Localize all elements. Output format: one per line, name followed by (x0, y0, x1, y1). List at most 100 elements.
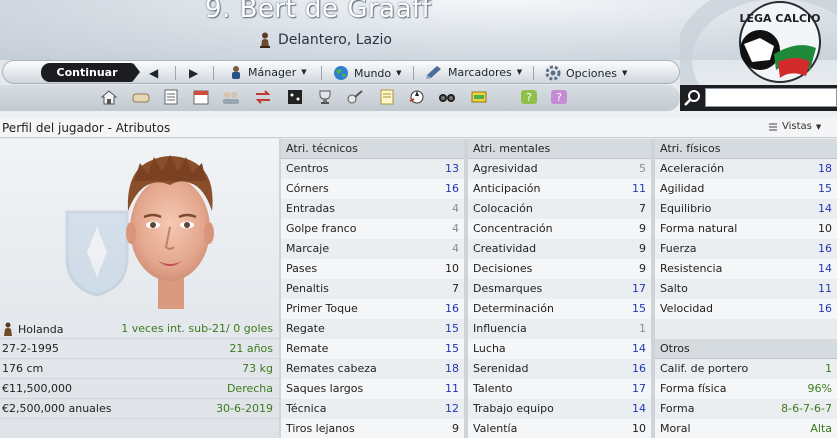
attribute-row[interactable]: Salto 11 (655, 279, 837, 299)
nav-menu-world[interactable]: Mundo ▼ (333, 65, 402, 81)
attribute-row[interactable]: Concentración 9 (468, 219, 651, 239)
attribute-name: Creatividad (473, 242, 537, 255)
attribute-row[interactable]: Primer Toque 16 (281, 299, 464, 319)
section-title: Perfil del jugador - Atributos (2, 121, 171, 135)
attribute-row[interactable]: Lucha 14 (468, 339, 651, 359)
tactics-icon[interactable] (286, 89, 304, 105)
forward-arrow-icon[interactable]: ▶ (189, 66, 198, 80)
attribute-name: Golpe franco (286, 222, 357, 235)
attribute-row[interactable]: Técnica 12 (281, 399, 464, 419)
notes-icon[interactable] (378, 89, 396, 105)
options-icon (545, 65, 561, 81)
attribute-name: Agilidad (660, 182, 705, 195)
search-icon[interactable] (684, 89, 702, 107)
attribute-row[interactable]: Penaltis 7 (281, 279, 464, 299)
international-caps[interactable]: 1 veces int. sub-21/ 0 goles (121, 322, 273, 335)
section-header: Perfil del jugador - Atributos Vistas ▼ (0, 118, 837, 138)
attribute-row[interactable]: Pases 10 (281, 259, 464, 279)
training-icon[interactable] (346, 89, 364, 105)
nav-divider (213, 66, 214, 80)
attribute-row[interactable]: Colocación 7 (468, 199, 651, 219)
attribute-row[interactable]: Remate 15 (281, 339, 464, 359)
staff-icon[interactable] (222, 89, 240, 105)
attribute-row[interactable]: Aceleración 18 (655, 159, 837, 179)
attribute-value: 10 (632, 422, 646, 435)
attribute-row[interactable]: Calif. de portero 1 (655, 359, 837, 379)
attribute-row[interactable]: Resistencia 14 (655, 259, 837, 279)
trophy-icon[interactable] (316, 89, 334, 105)
attribute-row[interactable]: Forma natural 10 (655, 219, 837, 239)
nationality-value: Holanda (18, 322, 64, 336)
back-arrow-icon[interactable]: ◀ (149, 66, 158, 80)
attribute-row[interactable]: Agilidad 15 (655, 179, 837, 199)
attribute-name: Lucha (473, 342, 506, 355)
attribute-name: Influencia (473, 322, 527, 335)
nav-menu-options[interactable]: Opciones ▼ (545, 65, 627, 81)
attribute-value: 9 (639, 262, 646, 275)
physical-rows: Aceleración 18 Agilidad 15 Equilibrio 14 Forma… (655, 159, 837, 319)
attribute-row[interactable]: Entradas 4 (281, 199, 464, 219)
attribute-row[interactable]: Golpe franco 4 (281, 219, 464, 239)
attribute-value: 14 (632, 342, 646, 355)
attribute-name: Talento (473, 382, 513, 395)
nav-menu-bookmarks[interactable]: Marcadores ▼ (425, 65, 522, 79)
attribute-row[interactable]: Decisiones 9 (468, 259, 651, 279)
attribute-name: Forma (660, 402, 695, 415)
scouting-icon[interactable] (408, 89, 426, 105)
attribute-row[interactable]: Determinación 15 (468, 299, 651, 319)
views-menu-button[interactable]: Vistas ▼ (768, 121, 821, 132)
attribute-row[interactable]: Marcaje 4 (281, 239, 464, 259)
inbox-icon[interactable] (132, 89, 150, 105)
search-input[interactable] (705, 88, 837, 107)
nav-menu-manager[interactable]: Mánager ▼ (229, 65, 307, 79)
attribute-row[interactable]: Desmarques 17 (468, 279, 651, 299)
attribute-name: Equilibrio (660, 202, 712, 215)
attribute-row[interactable]: Fuerza 16 (655, 239, 837, 259)
guide-icon[interactable]: ? (550, 89, 568, 105)
help-icon[interactable]: ? (520, 89, 538, 105)
attribute-value: 96% (807, 382, 832, 395)
contract-expiry: 30-6-2019 (216, 402, 273, 415)
attribute-value: 17 (632, 282, 646, 295)
attribute-row[interactable]: Talento 17 (468, 379, 651, 399)
attribute-row[interactable]: Remates cabeza 18 (281, 359, 464, 379)
attribute-row[interactable]: Forma física 96% (655, 379, 837, 399)
attribute-value: 11 (632, 182, 646, 195)
binoculars-icon[interactable] (438, 89, 456, 105)
attribute-row[interactable]: Influencia 1 (468, 319, 651, 339)
attribute-row[interactable]: Agresividad 5 (468, 159, 651, 179)
attribute-row[interactable]: Saques largos 11 (281, 379, 464, 399)
attribute-name: Colocación (473, 202, 533, 215)
squad-list-icon[interactable] (162, 89, 180, 105)
finances-icon[interactable] (470, 89, 488, 105)
attribute-row[interactable]: Equilibrio 14 (655, 199, 837, 219)
attribute-value: 12 (445, 402, 459, 415)
attribute-row[interactable]: Regate 15 (281, 319, 464, 339)
profile-row-nationality: Holanda 1 veces int. sub-21/ 0 goles (0, 319, 279, 339)
attribute-row[interactable]: Moral Alta (655, 419, 837, 438)
attribute-value: 15 (445, 342, 459, 355)
attribute-row[interactable]: Serenidad 16 (468, 359, 651, 379)
home-icon[interactable] (100, 89, 118, 105)
attribute-value: 18 (445, 362, 459, 375)
attribute-row[interactable]: Creatividad 9 (468, 239, 651, 259)
attribute-row[interactable]: Velocidad 16 (655, 299, 837, 319)
attribute-row[interactable]: Valentía 10 (468, 419, 651, 438)
attribute-name: Calif. de portero (660, 362, 749, 375)
attribute-row[interactable]: Anticipación 11 (468, 179, 651, 199)
attribute-name: Valentía (473, 422, 518, 435)
attribute-value: 1 (825, 362, 832, 375)
attribute-row[interactable]: Córners 16 (281, 179, 464, 199)
attribute-value: Alta (810, 422, 832, 435)
transfers-icon[interactable] (254, 89, 272, 105)
technical-header: Atri. técnicos (281, 139, 464, 159)
attribute-row[interactable]: Centros 13 (281, 159, 464, 179)
attribute-row[interactable]: Tiros lejanos 9 (281, 419, 464, 438)
calendar-icon[interactable] (192, 89, 210, 105)
attribute-name: Técnica (286, 402, 327, 415)
attribute-row[interactable]: Forma 8-6-7-6-7 (655, 399, 837, 419)
attribute-value: 14 (632, 402, 646, 415)
player-subtitle: Delantero, Lazio (258, 32, 392, 48)
continue-button[interactable]: Continuar (41, 63, 140, 82)
attribute-row[interactable]: Trabajo equipo 14 (468, 399, 651, 419)
